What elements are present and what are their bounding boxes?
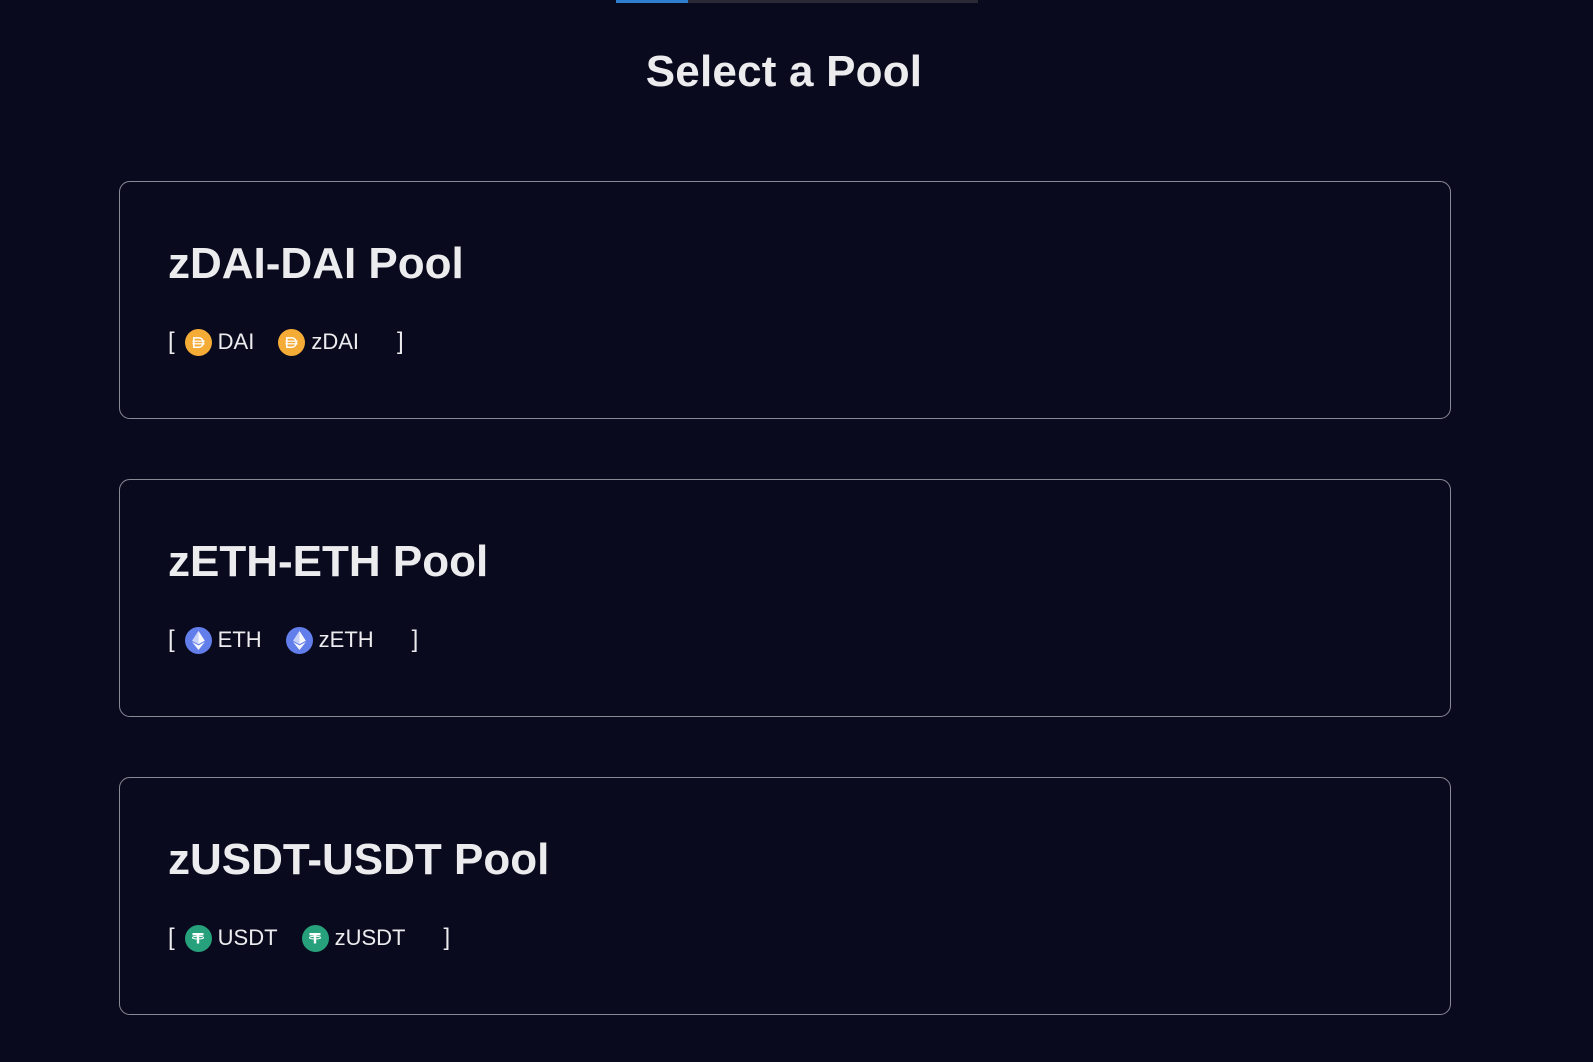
close-bracket: ] — [411, 626, 419, 653]
open-bracket: [ — [168, 924, 175, 951]
token-list: [ DAI zDAI ] — [168, 327, 1402, 357]
usdt-icon — [184, 924, 212, 952]
eth-icon — [184, 626, 212, 654]
usdt-icon — [301, 924, 329, 952]
token-zeth: zETH — [285, 626, 374, 654]
pool-card-zeth-eth[interactable]: zETH-ETH Pool [ ETH zETH ] — [119, 479, 1451, 717]
close-bracket: ] — [443, 924, 451, 951]
pool-card-zdai-dai[interactable]: zDAI-DAI Pool [ DAI zDAI ] — [119, 181, 1451, 419]
pool-name: zUSDT-USDT Pool — [168, 835, 550, 884]
pool-name: zETH-ETH Pool — [168, 537, 489, 586]
token-symbol: zDAI — [311, 329, 360, 354]
dai-icon — [278, 328, 306, 356]
progress-bar — [616, 0, 978, 3]
token-symbol: DAI — [217, 329, 255, 354]
pool-name: zDAI-DAI Pool — [168, 239, 464, 288]
token-list: [ USDT zUSDT ] — [168, 923, 1402, 953]
token-list: [ ETH zETH ] — [168, 625, 1402, 655]
pool-card-zusdt-usdt[interactable]: zUSDT-USDT Pool [ USDT zUSDT ] — [119, 777, 1451, 1015]
dai-icon — [184, 328, 212, 356]
token-zusdt: zUSDT — [301, 924, 406, 952]
progress-bar-fill — [616, 0, 689, 3]
pool-list: zDAI-DAI Pool [ DAI zDAI ] zETH-ETH Pool… — [119, 181, 1451, 1062]
pool-select-page: Select a Pool zDAI-DAI Pool [ DAI zDAI ]… — [0, 0, 1593, 1062]
token-eth: ETH — [184, 626, 262, 654]
token-symbol: ETH — [217, 627, 262, 652]
token-symbol: USDT — [217, 925, 278, 950]
close-bracket: ] — [397, 328, 404, 355]
open-bracket: [ — [168, 626, 175, 653]
open-bracket: [ — [168, 328, 175, 355]
token-usdt: USDT — [184, 924, 278, 952]
eth-icon — [285, 626, 313, 654]
page-title: Select a Pool — [645, 47, 923, 96]
token-dai: DAI — [184, 328, 255, 356]
token-zdai: zDAI — [278, 328, 360, 356]
token-symbol: zETH — [318, 627, 374, 652]
token-symbol: zUSDT — [334, 925, 406, 950]
